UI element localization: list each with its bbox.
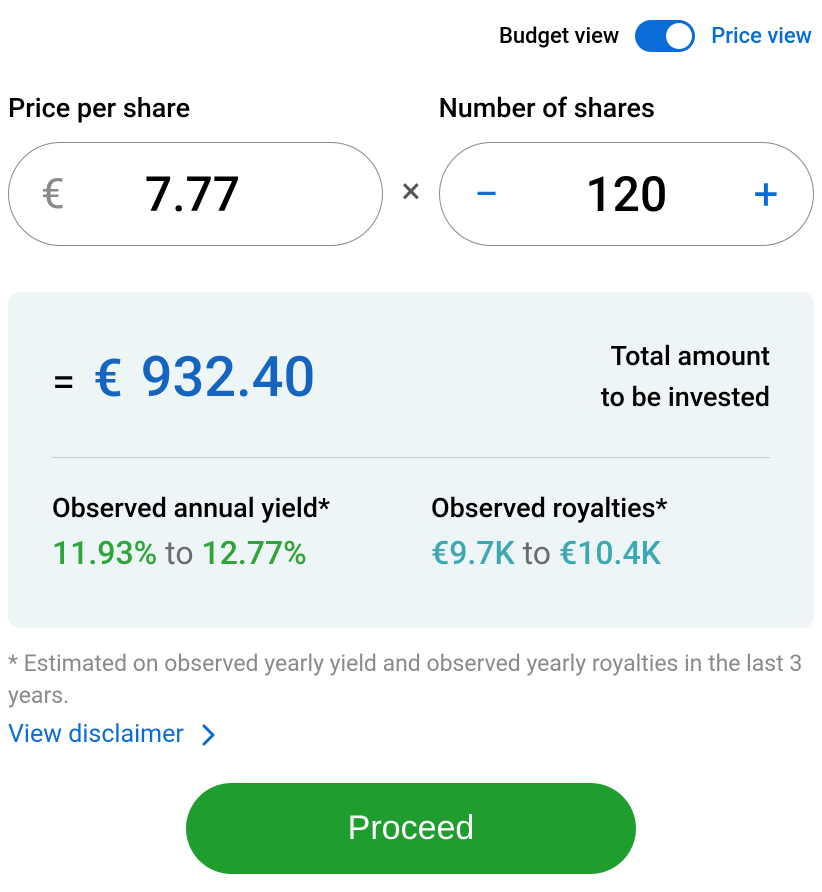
total-amount-display: = € 932.40 xyxy=(52,344,315,410)
total-label-line1: Total amount xyxy=(601,336,770,377)
view-toggle-row: Budget view Price view xyxy=(8,20,814,52)
royalties-high: €10.4K xyxy=(559,534,661,572)
input-row: Price per share € 7.77 × Number of share… xyxy=(8,92,814,246)
number-of-shares-group: Number of shares − 120 + xyxy=(439,92,814,246)
decrement-button[interactable]: − xyxy=(472,172,502,216)
disclaimer-text: * Estimated on observed yearly yield and… xyxy=(8,648,814,712)
disclaimer-link-text: View disclaimer xyxy=(8,720,184,749)
yield-to: to xyxy=(165,534,193,572)
summary-panel: = € 932.40 Total amount to be invested O… xyxy=(8,292,814,628)
view-toggle-switch[interactable] xyxy=(635,20,695,52)
total-label-line2: to be invested xyxy=(601,377,770,418)
yield-high: 12.77% xyxy=(202,534,307,572)
shares-value[interactable]: 120 xyxy=(502,166,751,223)
equals-icon: = xyxy=(52,358,75,407)
shares-stepper: − 120 + xyxy=(439,142,814,246)
total-currency: € xyxy=(93,348,123,409)
multiply-icon: × xyxy=(401,170,420,246)
increment-button[interactable]: + xyxy=(751,172,781,216)
price-value: 7.77 xyxy=(65,166,321,223)
price-per-share-input[interactable]: € 7.77 xyxy=(8,142,383,246)
royalties-low: €9.7K xyxy=(431,534,515,572)
total-label: Total amount to be invested xyxy=(601,336,770,417)
proceed-button[interactable]: Proceed xyxy=(186,783,636,874)
price-view-label[interactable]: Price view xyxy=(711,24,812,49)
euro-icon: € xyxy=(41,170,65,219)
royalties-label: Observed royalties* xyxy=(431,492,770,524)
royalties-value: €9.7K to €10.4K xyxy=(431,534,770,572)
price-per-share-label: Price per share xyxy=(8,92,383,124)
budget-view-label[interactable]: Budget view xyxy=(499,24,619,49)
total-value: 932.40 xyxy=(141,344,316,410)
metrics-row: Observed annual yield* 11.93% to 12.77% … xyxy=(52,492,770,572)
toggle-knob xyxy=(666,23,692,49)
price-per-share-group: Price per share € 7.77 xyxy=(8,92,383,246)
yield-value: 11.93% to 12.77% xyxy=(52,534,391,572)
chevron-right-icon xyxy=(202,724,215,746)
proceed-wrap: Proceed xyxy=(8,783,814,874)
divider xyxy=(52,457,770,458)
royalties-metric: Observed royalties* €9.7K to €10.4K xyxy=(431,492,770,572)
view-disclaimer-link[interactable]: View disclaimer xyxy=(8,720,215,749)
royalties-to: to xyxy=(523,534,551,572)
yield-low: 11.93% xyxy=(52,534,157,572)
yield-label: Observed annual yield* xyxy=(52,492,391,524)
number-of-shares-label: Number of shares xyxy=(439,92,814,124)
total-row: = € 932.40 Total amount to be invested xyxy=(52,336,770,417)
yield-metric: Observed annual yield* 11.93% to 12.77% xyxy=(52,492,391,572)
